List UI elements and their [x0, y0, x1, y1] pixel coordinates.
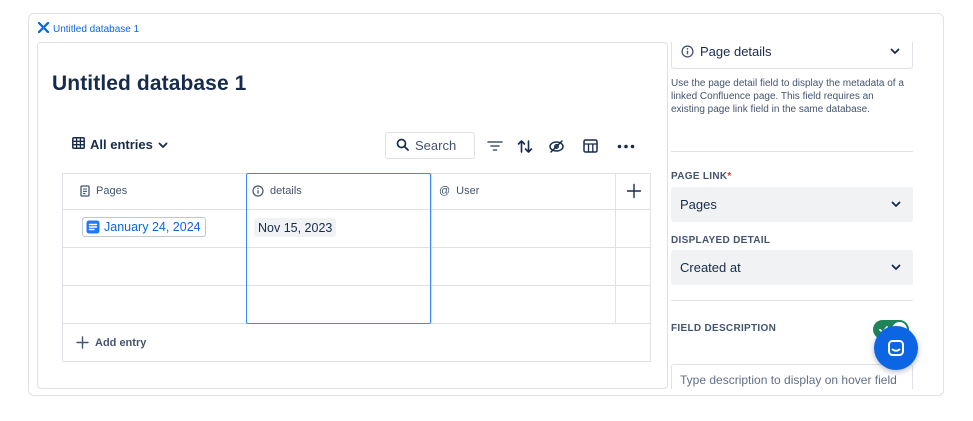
field-description-input[interactable]: Type description to display on hover fie… — [671, 364, 913, 389]
divider — [62, 173, 63, 362]
plus-icon — [76, 336, 89, 349]
add-entry-button[interactable]: Add entry — [76, 336, 146, 349]
details-cell-value[interactable]: Nov 15, 2023 — [254, 218, 337, 237]
database-main: Untitled database 1 All entries Search P… — [37, 42, 668, 389]
plus-icon — [626, 183, 642, 199]
hide-fields-button[interactable] — [545, 135, 567, 157]
chevron-down-icon — [890, 48, 900, 54]
chevron-down-icon — [158, 137, 168, 152]
table-settings-button[interactable] — [580, 135, 602, 157]
search-label: Search — [415, 138, 457, 153]
page-link-select-value: Pages — [680, 197, 717, 212]
table-view-icon — [72, 137, 85, 152]
page-link-label: January 24, 2024 — [104, 220, 201, 234]
add-entry-label: Add entry — [95, 336, 147, 349]
search-icon — [396, 138, 409, 154]
page-link-chip[interactable]: January 24, 2024 — [82, 217, 206, 237]
page-link-label-text: PAGE LINK — [671, 171, 728, 182]
more-options-button[interactable] — [615, 135, 637, 157]
confluence-page-icon — [86, 220, 100, 234]
column-header-user[interactable]: @ User — [439, 173, 479, 209]
field-type-value: Page details — [700, 44, 772, 59]
database-title[interactable]: Untitled database 1 — [52, 72, 246, 96]
eye-hidden-icon — [548, 139, 564, 153]
add-column-button[interactable] — [623, 173, 645, 209]
search-button[interactable]: Search — [385, 132, 475, 159]
sort-button[interactable] — [514, 135, 536, 157]
field-description-label: FIELD DESCRIPTION — [671, 323, 777, 334]
divider — [431, 173, 432, 324]
view-selector-label: All entries — [90, 137, 153, 152]
database-embed-frame: Untitled database 1 Untitled database 1 … — [28, 13, 944, 396]
more-icon — [617, 144, 635, 148]
divider — [62, 361, 651, 362]
filter-icon — [487, 141, 503, 151]
view-selector-button[interactable]: All entries — [72, 137, 168, 152]
page-link-select[interactable]: Pages — [671, 187, 913, 222]
column-header-label: Pages — [96, 185, 128, 197]
chevron-down-icon — [891, 264, 901, 270]
filter-button[interactable] — [484, 135, 506, 157]
column-header-pages[interactable]: Pages — [80, 173, 127, 209]
help-chat-button[interactable] — [874, 326, 918, 370]
displayed-detail-select[interactable]: Created at — [671, 250, 913, 285]
sort-icon — [517, 139, 533, 153]
displayed-detail-select-value: Created at — [680, 260, 741, 275]
selected-column-highlight — [246, 173, 431, 324]
at-icon: @ — [439, 185, 451, 197]
divider — [650, 173, 651, 362]
breadcrumb[interactable]: Untitled database 1 — [37, 21, 139, 36]
chat-icon — [888, 340, 904, 356]
field-help-text: Use the page detail field to display the… — [671, 78, 904, 115]
divider — [671, 300, 913, 301]
chevron-down-icon — [891, 201, 901, 207]
page-icon — [80, 185, 90, 197]
divider — [615, 173, 616, 324]
page-link-label: PAGE LINK* — [671, 171, 732, 182]
required-mark: * — [727, 171, 732, 182]
database-table: Pages details @ User January 24, 2024 No… — [62, 173, 651, 363]
info-icon — [681, 45, 694, 58]
breadcrumb-label[interactable]: Untitled database 1 — [53, 24, 139, 35]
table-columns-icon — [583, 139, 598, 153]
column-header-label: User — [456, 185, 480, 197]
field-type-select[interactable]: Page details — [671, 42, 913, 69]
database-icon — [37, 21, 50, 36]
divider — [671, 151, 913, 152]
displayed-detail-label: DISPLAYED DETAIL — [671, 235, 771, 246]
